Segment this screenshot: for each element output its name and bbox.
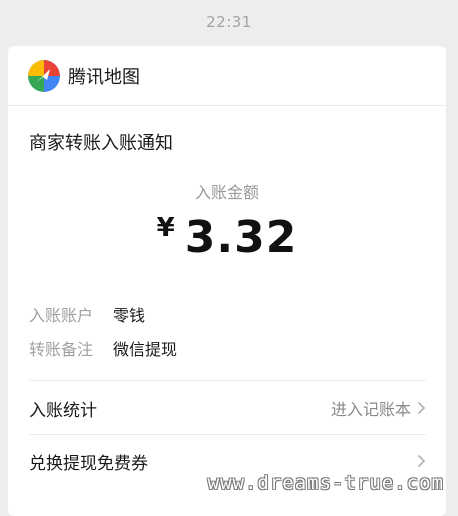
tencent-map-logo-icon xyxy=(28,59,60,92)
amount-value: 3.32 xyxy=(184,212,298,263)
detail-key: 入账账户 xyxy=(29,306,94,325)
card-header[interactable]: 腾讯地图 xyxy=(8,46,446,106)
detail-row-account: 入账账户 零钱 xyxy=(29,302,145,326)
detail-value: 微信提现 xyxy=(113,340,178,359)
notice-title: 商家转账入账通知 xyxy=(29,133,173,154)
detail-row-remark: 转账备注 微信提现 xyxy=(29,336,177,360)
chevron-right-icon xyxy=(417,454,426,468)
currency-symbol: ¥ xyxy=(156,213,175,243)
stats-label: 入账统计 xyxy=(29,400,97,421)
amount-label: 入账金额 xyxy=(194,183,259,202)
detail-key: 转账备注 xyxy=(29,340,94,359)
divider xyxy=(29,380,426,381)
message-timestamp: 22:31 xyxy=(206,13,252,31)
watermark: www.dreams-true.com xyxy=(207,472,444,494)
detail-value: 零钱 xyxy=(113,306,146,325)
amount-display: ¥3.32 xyxy=(8,212,446,263)
coupon-label: 兑换提现免费券 xyxy=(29,453,148,474)
app-name: 腾讯地图 xyxy=(68,66,140,88)
stats-row[interactable]: 入账统计 进入记账本 xyxy=(8,382,446,434)
ledger-link[interactable]: 进入记账本 xyxy=(331,396,411,420)
transfer-notification-card[interactable]: 腾讯地图 商家转账入账通知 入账金额 ¥3.32 入账账户 零钱 转账备注 微信… xyxy=(8,46,446,516)
chevron-right-icon xyxy=(417,401,426,415)
